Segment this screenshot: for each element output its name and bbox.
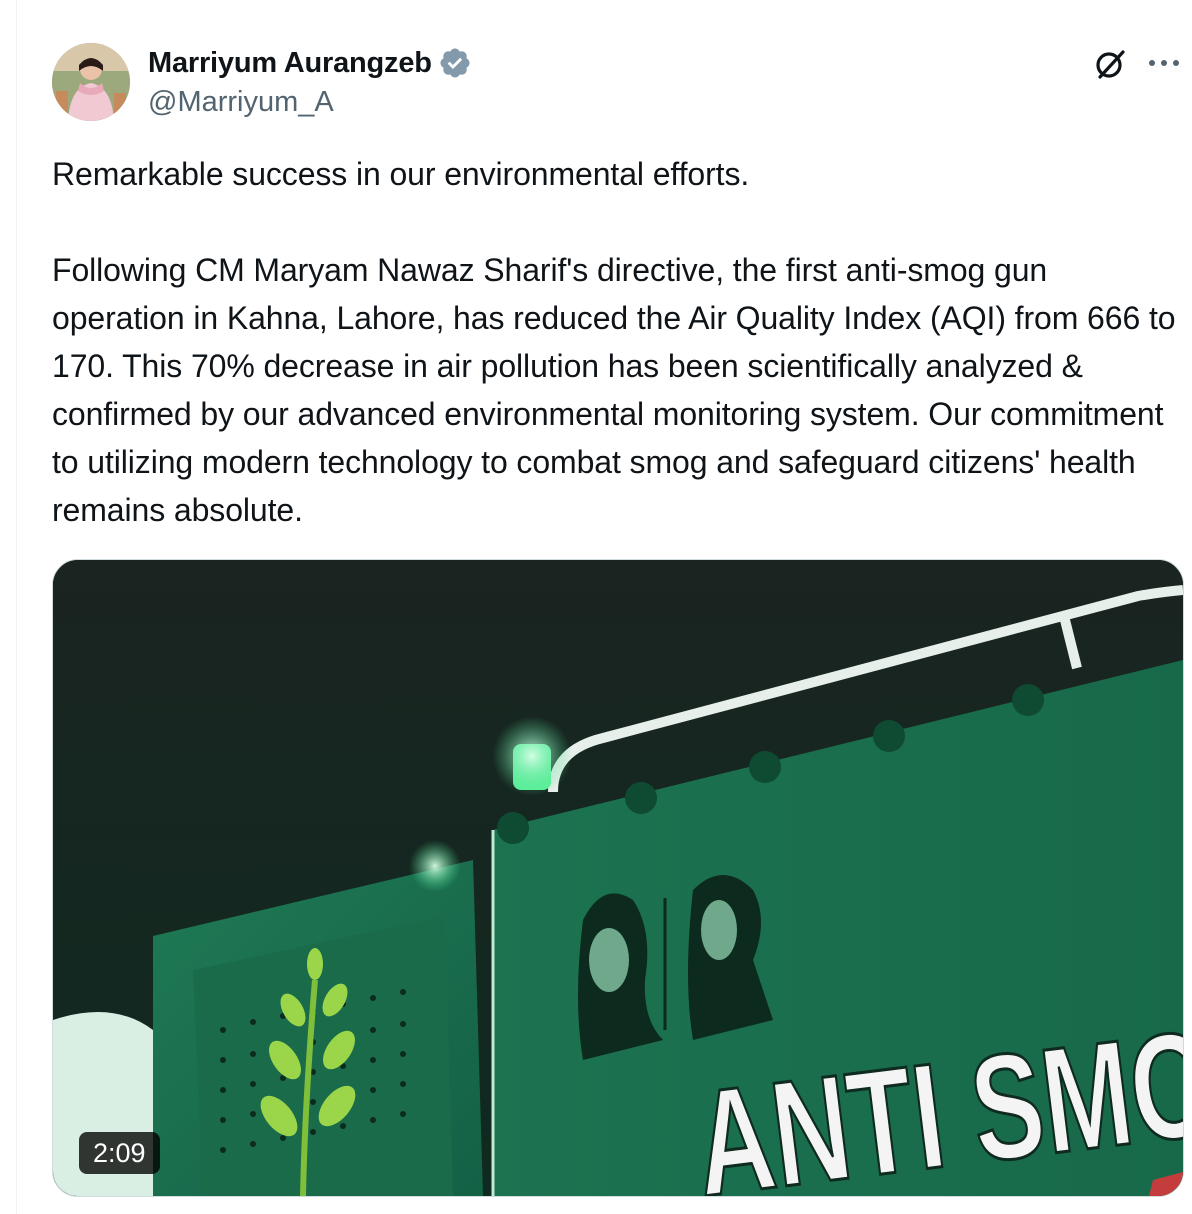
tweet-text: Remarkable success in our environmental … [52,150,1182,534]
video-player[interactable]: ANTI SMO 2:09 [52,559,1184,1197]
video-thumbnail: ANTI SMO [53,560,1183,1196]
verified-badge-icon [440,48,470,78]
tweet-paragraph: Following CM Maryam Nawaz Sharif's direc… [52,252,1176,528]
timeline-divider [16,0,17,1214]
author-display-name[interactable]: Marriyum Aurangzeb [148,47,432,80]
video-duration-badge: 2:09 [79,1132,160,1174]
tweet-page: Marriyum Aurangzeb @Marriyum_A Remarkabl… [0,0,1192,1214]
author-handle[interactable]: @Marriyum_A [148,86,334,119]
avatar-image [52,43,130,121]
more-horizontal-icon[interactable] [1146,48,1182,78]
more-dots-glyph [1149,60,1179,66]
author-name-row[interactable]: Marriyum Aurangzeb [148,44,472,82]
tweet-paragraph: Remarkable success in our environmental … [52,156,750,192]
avatar[interactable] [52,43,130,121]
grok-icon[interactable] [1092,46,1128,82]
